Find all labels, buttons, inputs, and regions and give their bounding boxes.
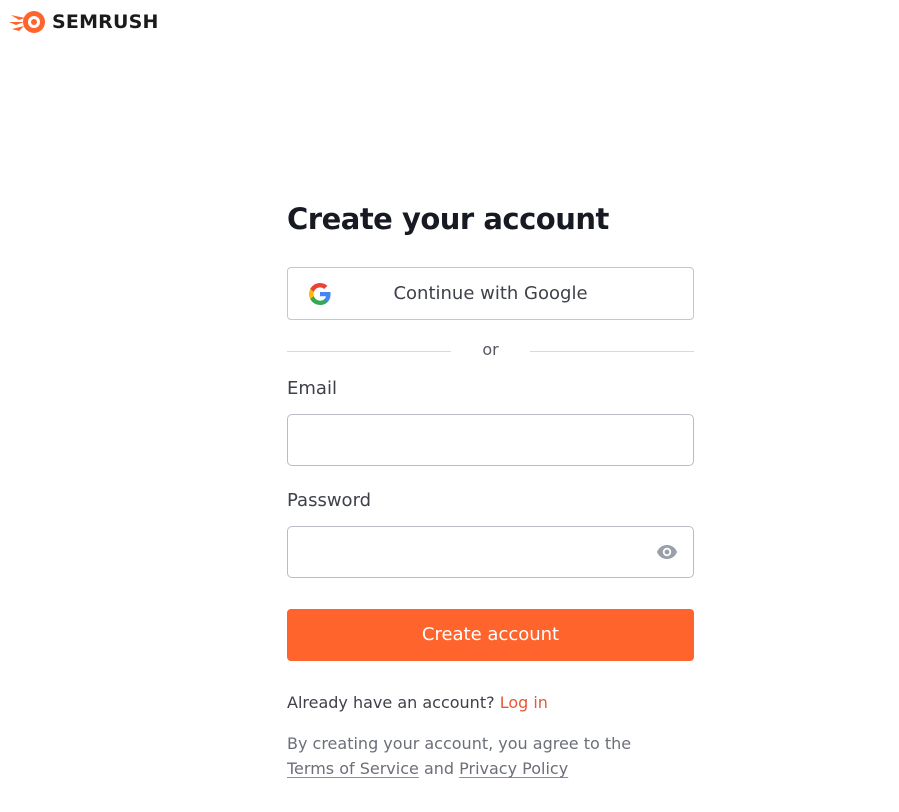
semrush-logo[interactable]: SEMRUSH <box>9 9 159 35</box>
email-field-container <box>287 414 694 466</box>
legal-prefix: By creating your account, you agree to t… <box>287 734 632 753</box>
terms-of-service-link[interactable]: Terms of Service <box>287 759 419 778</box>
password-field-container <box>287 526 694 578</box>
privacy-policy-link[interactable]: Privacy Policy <box>459 759 568 778</box>
brand-name: SEMRUSH <box>52 11 159 33</box>
page-title: Create your account <box>287 202 609 236</box>
email-field[interactable] <box>288 415 656 465</box>
google-g-icon <box>309 283 331 305</box>
legal-notice: By creating your account, you agree to t… <box>287 731 694 781</box>
divider-line-right <box>530 351 694 352</box>
divider-text: or <box>482 340 499 359</box>
google-button-label: Continue with Google <box>393 283 588 304</box>
continue-with-google-button[interactable]: Continue with Google <box>287 267 694 320</box>
email-label: Email <box>287 378 337 399</box>
semrush-fireball-icon <box>9 11 45 33</box>
signup-page: SEMRUSH Create your account Continue wit… <box>0 0 899 812</box>
password-label: Password <box>287 490 372 511</box>
login-prompt: Already have an account? Log in <box>287 692 548 714</box>
legal-and: and <box>423 759 455 778</box>
or-divider: or <box>287 340 694 360</box>
eye-icon[interactable] <box>656 544 678 560</box>
password-field[interactable] <box>288 527 656 577</box>
login-link[interactable]: Log in <box>500 693 548 712</box>
signup-form: Create your account Continue with Google… <box>287 195 694 778</box>
create-account-button[interactable]: Create account <box>287 609 694 661</box>
login-prompt-text: Already have an account? <box>287 693 495 712</box>
